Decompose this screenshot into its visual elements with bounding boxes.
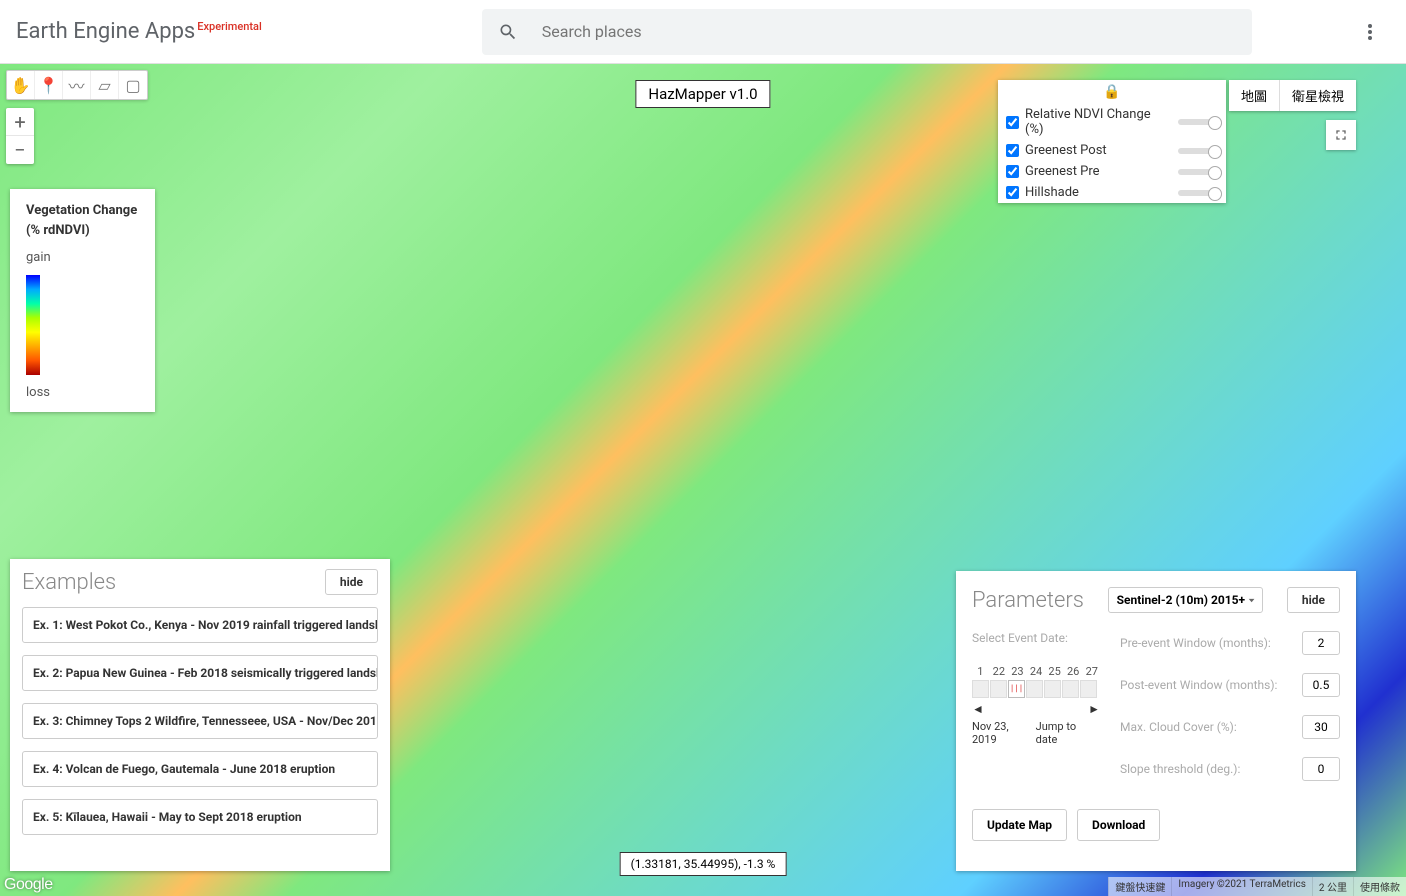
fullscreen-button[interactable] [1326,120,1356,150]
date-next-button[interactable]: ► [1088,702,1100,716]
legend-panel: Vegetation Change (% rdNDVI) gain loss [10,189,155,412]
jump-to-date-link[interactable]: Jump to date [1036,720,1100,746]
layer-label: Greenest Post [1025,143,1172,158]
day-label: 26 [1065,665,1082,678]
source-select[interactable]: Sentinel-2 (10m) 2015+ [1108,587,1263,613]
day-label: 24 [1028,665,1045,678]
layer-label: Hillshade [1025,185,1172,200]
update-map-button[interactable]: Update Map [972,809,1067,841]
maptype-satellite[interactable]: 衛星檢視 [1280,80,1356,111]
pre-window-input[interactable] [1302,631,1340,655]
params-title: Parameters [972,588,1084,613]
app-title-badge: HazMapper v1.0 [635,80,770,108]
examples-hide-button[interactable]: hide [325,569,378,595]
marker-tool[interactable]: 📍 [35,71,63,99]
layer-row: Relative NDVI Change (%) [998,104,1226,140]
map-attribution: 鍵盤快速鍵 Imagery ©2021 TerraMetrics 2 公里 使用… [1108,877,1406,896]
params-scrollbar[interactable] [972,847,1340,861]
layer-label: Relative NDVI Change (%) [1025,107,1172,137]
search-input[interactable] [542,22,1236,41]
app-logo: Earth Engine AppsExperimental [16,19,262,44]
coord-readout: (1.33181, 35.44995), -1.3 % [620,852,787,876]
map-canvas[interactable]: ✋ 📍 〰 ▱ ▢ + − HazMapper v1.0 🔒 Relative … [0,64,1406,896]
polygon-tool[interactable]: ▱ [91,71,119,99]
param-label: Slope threshold (deg.): [1120,762,1240,776]
layer-checkbox[interactable] [1006,116,1019,129]
lock-icon: 🔒 [998,80,1226,104]
layer-checkbox[interactable] [1006,165,1019,178]
source-label: Sentinel-2 (10m) 2015+ [1117,593,1245,607]
opacity-slider[interactable] [1178,169,1218,175]
example-button[interactable]: Ex. 3: Chimney Tops 2 Wildfire, Tennesse… [22,703,378,739]
params-hide-button[interactable]: hide [1287,587,1340,613]
date-boxes[interactable]: | | | [972,680,1100,698]
draw-tools: ✋ 📍 〰 ▱ ▢ [6,70,148,100]
example-button[interactable]: Ex. 4: Volcan de Fuego, Gautemala - June… [22,751,378,787]
pan-tool[interactable]: ✋ [7,71,35,99]
layer-row: Greenest Post [998,140,1226,161]
param-label: Post-event Window (months): [1120,678,1277,692]
day-label: 25 [1046,665,1063,678]
examples-title: Examples [22,570,116,595]
opacity-slider[interactable] [1178,148,1218,154]
google-logo: Google [4,876,53,894]
layer-checkbox[interactable] [1006,186,1019,199]
post-window-input[interactable] [1302,673,1340,697]
legend-title-2: (% rdNDVI) [26,221,139,241]
cloud-cover-input[interactable] [1302,715,1340,739]
parameters-panel: Parameters Sentinel-2 (10m) 2015+ hide S… [956,571,1356,871]
dots-icon [1368,30,1372,34]
zoom-out-button[interactable]: − [6,136,34,164]
search-box[interactable] [482,9,1252,55]
day-label: 22 [991,665,1008,678]
date-days-row: 1 22 23 24 25 26 27 [972,665,1100,678]
scale-label: 2 公里 [1312,877,1353,896]
selected-day[interactable]: | | | [1008,680,1025,698]
logo-sup: Experimental [197,20,262,33]
example-button[interactable]: Ex. 2: Papua New Guinea - Feb 2018 seism… [22,655,378,691]
date-prev-button[interactable]: ◄ [972,702,984,716]
download-button[interactable]: Download [1077,809,1160,841]
legend-colorbar [26,275,40,375]
param-label: Pre-event Window (months): [1120,636,1271,650]
day-label: 1 [972,665,989,678]
example-button[interactable]: Ex. 5: Kīlauea, Hawaii - May to Sept 201… [22,799,378,835]
keyboard-shortcuts-link[interactable]: 鍵盤快速鍵 [1108,877,1171,896]
terms-link[interactable]: 使用條款 [1353,877,1406,896]
layer-checkbox[interactable] [1006,144,1019,157]
overflow-menu-button[interactable] [1350,12,1390,52]
line-tool[interactable]: 〰 [63,71,91,99]
opacity-slider[interactable] [1178,190,1218,196]
maptype-switch: 地圖 衛星檢視 [1229,80,1356,111]
layer-label: Greenest Pre [1025,164,1172,179]
select-date-label: Select Event Date: [972,631,1100,645]
param-label: Max. Cloud Cover (%): [1120,720,1237,734]
layer-row: Hillshade [998,182,1226,203]
rect-tool[interactable]: ▢ [119,71,147,99]
day-label: 27 [1083,665,1100,678]
zoom-in-button[interactable]: + [6,108,34,136]
maptype-map[interactable]: 地圖 [1229,80,1280,111]
slope-threshold-input[interactable] [1302,757,1340,781]
layers-panel: 🔒 Relative NDVI Change (%) Greenest Post… [998,80,1226,203]
zoom-controls: + − [6,108,34,164]
legend-gain-label: gain [26,250,139,265]
imagery-attrib: Imagery ©2021 TerraMetrics [1171,877,1312,896]
day-label: 23 [1009,665,1026,678]
examples-scrollbar[interactable] [22,847,378,861]
example-button[interactable]: Ex. 1: West Pokot Co., Kenya - Nov 2019 … [22,607,378,643]
layer-row: Greenest Pre [998,161,1226,182]
examples-panel: Examples hide Ex. 1: West Pokot Co., Ken… [10,559,390,871]
logo-text: Earth Engine Apps [16,19,195,44]
search-icon [498,22,518,42]
selected-date-text: Nov 23, 2019 [972,720,1036,746]
fullscreen-icon [1333,127,1349,143]
legend-title-1: Vegetation Change [26,201,139,221]
header: Earth Engine AppsExperimental [0,0,1406,64]
legend-loss-label: loss [26,385,139,400]
opacity-slider[interactable] [1178,119,1218,125]
